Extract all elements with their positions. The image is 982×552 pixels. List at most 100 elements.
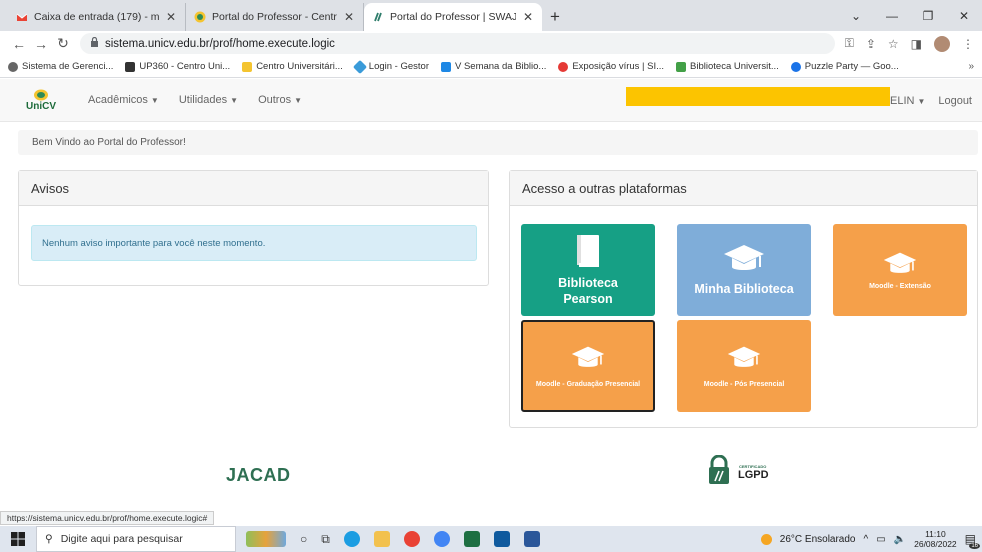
bookmark[interactable]: Exposição vírus | SI...	[558, 61, 664, 72]
jacad-favicon-icon	[372, 11, 384, 23]
cortana-icon[interactable]: ○	[300, 532, 307, 546]
bookmark-icon	[676, 61, 687, 72]
search-highlight-icon[interactable]	[246, 531, 286, 547]
bookmark[interactable]: V Semana da Biblio...	[440, 61, 546, 72]
tile-label: Minha Biblioteca	[694, 282, 794, 296]
avisos-message: Nenhum aviso importante para você neste …	[31, 225, 477, 261]
sidebar-icon[interactable]: ◨	[911, 37, 922, 51]
more-menu-icon[interactable]: ⋮	[962, 37, 974, 51]
jacad-logo: JACAD	[226, 465, 291, 485]
back-icon[interactable]: ←	[8, 36, 30, 52]
graduation-cap-icon	[571, 346, 605, 367]
user-menu[interactable]: ELIN ▼	[890, 95, 925, 107]
browser-toolbar: ← → ↻ sistema.unicv.edu.br/prof/home.exe…	[0, 31, 982, 56]
tray-chevron-icon[interactable]: ^	[864, 534, 869, 545]
gmail-icon	[16, 11, 28, 23]
tile-minha-biblioteca[interactable]: Minha Biblioteca	[677, 224, 811, 316]
new-tab-button[interactable]: +	[542, 3, 568, 31]
bookmarks-bar: Sistema de Gerenci... UP360 - Centro Uni…	[0, 56, 982, 78]
browser-tab-gmail[interactable]: Caixa de entrada (179) - mara.co ✕	[8, 3, 186, 31]
bookmark-icon	[125, 61, 136, 72]
redacted-user-name	[626, 87, 890, 106]
windows-start-icon[interactable]	[0, 526, 36, 552]
tile-moodle-pos-presencial[interactable]: Moodle - Pós Presencial	[677, 320, 811, 412]
logo-emblem-icon	[34, 89, 48, 100]
key-icon[interactable]: ⚿	[845, 36, 854, 51]
caret-down-icon: ▼	[230, 96, 239, 105]
address-bar[interactable]: sistema.unicv.edu.br/prof/home.execute.l…	[80, 33, 835, 54]
share-icon[interactable]: ⇪	[866, 37, 876, 51]
bookmark-icon	[352, 59, 367, 74]
profile-avatar[interactable]	[934, 35, 950, 52]
tile-label: Moodle - Pós Presencial	[703, 380, 785, 388]
task-view-icon[interactable]: ⧉	[321, 532, 330, 547]
unicv-favicon-icon	[194, 11, 206, 23]
caret-down-icon: ▼	[294, 96, 303, 105]
lock-icon	[90, 36, 99, 50]
weather-text[interactable]: 26°C Ensolarado	[780, 534, 856, 545]
tile-moodle-graduacao-presencial[interactable]: Moodle - Graduação Presencial	[521, 320, 655, 412]
plataformas-title: Acesso a outras plataformas	[510, 171, 977, 206]
close-tab-icon[interactable]: ✕	[522, 10, 534, 24]
status-url: https://sistema.unicv.edu.br/prof/home.e…	[0, 511, 215, 525]
bookmark[interactable]: Login - Gestor	[352, 59, 429, 74]
chevron-down-icon[interactable]: ⌄	[838, 0, 874, 31]
chrome-active-icon[interactable]	[433, 531, 450, 547]
tile-moodle-extensao[interactable]: Moodle - Extensão	[833, 224, 967, 316]
menu-academicos[interactable]: Acadêmicos ▼	[88, 94, 159, 106]
caret-down-icon: ▼	[150, 96, 159, 105]
bookmark-icon	[790, 61, 801, 72]
graduation-cap-icon	[727, 346, 761, 367]
bookmark-icon	[558, 61, 569, 72]
graduation-cap-icon	[883, 252, 917, 273]
speaker-icon[interactable]: 🔈	[894, 534, 906, 545]
minimize-icon[interactable]: —	[874, 0, 910, 31]
network-icon[interactable]: ▭	[876, 534, 885, 545]
chrome-icon[interactable]	[403, 531, 420, 547]
menu-outros[interactable]: Outros ▼	[258, 94, 302, 106]
bookmarks-more-button[interactable]: »	[968, 61, 974, 72]
book-icon	[577, 235, 599, 267]
notifications-icon[interactable]: ▤ 16	[965, 532, 980, 549]
url-text: sistema.unicv.edu.br/prof/home.execute.l…	[105, 37, 335, 50]
logo-text: UniCV	[26, 100, 56, 112]
browser-tab-portal-centro[interactable]: Portal do Professor - Centro Unic ✕	[186, 3, 364, 31]
file-explorer-icon[interactable]	[373, 531, 390, 547]
app-icon[interactable]	[493, 531, 510, 547]
menu-utilidades[interactable]: Utilidades ▼	[179, 94, 238, 106]
taskbar-clock[interactable]: 11:10 26/08/2022	[914, 529, 957, 549]
notes-icon[interactable]	[523, 531, 540, 547]
bookmark[interactable]: Sistema de Gerenci...	[8, 61, 113, 72]
tile-label: Moodle - Extensão	[869, 282, 931, 290]
restore-icon[interactable]: ❐	[910, 0, 946, 31]
close-tab-icon[interactable]: ✕	[343, 10, 355, 24]
tab-title: Caixa de entrada (179) - mara.co	[34, 11, 159, 23]
star-icon[interactable]: ☆	[888, 37, 899, 51]
tile-biblioteca-pearson[interactable]: Biblioteca Pearson	[521, 224, 655, 316]
browser-tab-swajacad[interactable]: Portal do Professor | SWAJACAD ✕	[364, 3, 542, 31]
excel-icon[interactable]	[463, 531, 480, 547]
graduation-cap-icon	[724, 245, 764, 270]
reload-icon[interactable]: ↻	[52, 35, 74, 52]
search-icon: ⚲	[45, 533, 53, 545]
window-controls: ⌄ — ❐ ✕	[838, 0, 982, 31]
bookmark[interactable]: Biblioteca Universit...	[676, 61, 779, 72]
notification-count-badge: 16	[969, 543, 980, 549]
close-tab-icon[interactable]: ✕	[165, 10, 177, 24]
forward-icon[interactable]: →	[30, 36, 52, 52]
unicv-logo[interactable]: UniCV	[24, 83, 58, 117]
welcome-breadcrumb: Bem Vindo ao Portal do Professor!	[18, 130, 978, 155]
bookmark[interactable]: UP360 - Centro Uni...	[125, 61, 230, 72]
avisos-title: Avisos	[19, 171, 488, 206]
windows-taskbar: ⚲ Digite aqui para pesquisar ○ ⧉ 26°C En…	[0, 526, 982, 552]
bookmark[interactable]: Centro Universitári...	[242, 61, 343, 72]
taskbar-search-input[interactable]: ⚲ Digite aqui para pesquisar	[36, 526, 236, 552]
lgpd-text: LGPD	[738, 469, 769, 481]
edge-icon[interactable]	[343, 531, 360, 547]
logout-link[interactable]: Logout	[938, 95, 972, 107]
tab-title: Portal do Professor - Centro Unic	[212, 11, 337, 23]
close-window-icon[interactable]: ✕	[946, 0, 982, 31]
caret-down-icon: ▼	[917, 97, 926, 106]
tile-label: Moodle - Graduação Presencial	[535, 380, 641, 388]
bookmark[interactable]: Puzzle Party — Goo...	[790, 61, 899, 72]
